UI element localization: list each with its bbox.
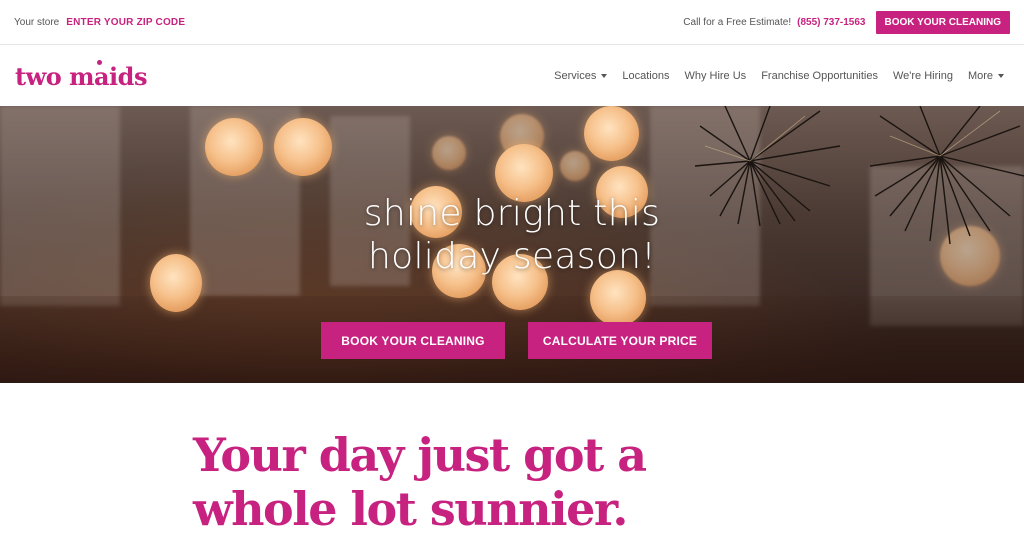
- nav-item-locations[interactable]: Locations: [622, 70, 669, 82]
- chevron-down-icon: [601, 74, 608, 78]
- nav-item-label: Services: [554, 70, 597, 82]
- headline-line: whole lot sunnier.: [193, 482, 628, 536]
- estimate-text: Call for a Free Estimate!: [683, 16, 792, 28]
- calculate-price-button[interactable]: CALCULATE YOUR PRICE: [528, 322, 712, 359]
- store-label: Your store: [14, 16, 60, 28]
- nav-item-why-hire-us[interactable]: Why Hire Us: [684, 70, 746, 82]
- main-headline: Your day just got a whole lot sunnier.: [193, 428, 647, 536]
- bokeh-light: [590, 270, 646, 326]
- top-utility-bar: Your store ENTER YOUR ZIP CODE Call for …: [0, 0, 1024, 45]
- nav-item-franchise[interactable]: Franchise Opportunities: [761, 70, 878, 82]
- nav-item-label: Why Hire Us: [684, 70, 747, 82]
- book-cleaning-top-button[interactable]: BOOK YOUR CLEANING: [875, 10, 1010, 34]
- headline-line: Your day just got a: [193, 428, 647, 482]
- hero-banner: shine bright this holiday season! BOOK Y…: [0, 106, 1024, 383]
- bokeh-light: [274, 118, 332, 176]
- two-maids-logo[interactable]: two maids: [15, 59, 147, 91]
- logo-dot-icon: [97, 59, 102, 65]
- contact-area: Call for a Free Estimate! (855) 737-1563…: [683, 10, 1010, 34]
- bokeh-light: [560, 151, 590, 181]
- main-navbar: two maids Services Locations Why Hire Us…: [0, 46, 1024, 106]
- bokeh-light: [205, 118, 263, 176]
- nav-item-label: More: [967, 70, 993, 82]
- nav-item-label: Franchise Opportunities: [761, 70, 878, 82]
- enter-zip-link[interactable]: ENTER YOUR ZIP CODE: [66, 17, 185, 28]
- bokeh-light: [584, 106, 639, 161]
- logo-text: two maids: [15, 61, 147, 91]
- nav-item-hiring[interactable]: We're Hiring: [893, 70, 953, 82]
- phone-link[interactable]: (855) 737-1563: [797, 17, 865, 28]
- hero-title: shine bright this holiday season!: [0, 192, 1024, 278]
- nav-menu: Services Locations Why Hire Us Franchise…: [554, 70, 1004, 82]
- store-selector: Your store ENTER YOUR ZIP CODE: [14, 17, 185, 28]
- nav-item-services[interactable]: Services: [554, 70, 608, 82]
- bokeh-light: [432, 136, 466, 170]
- hero-title-line: holiday season!: [368, 236, 656, 277]
- book-cleaning-hero-button[interactable]: BOOK YOUR CLEANING: [321, 322, 505, 359]
- hero-title-line: shine bright this: [363, 193, 661, 234]
- nav-item-more[interactable]: More: [968, 70, 1004, 82]
- nav-item-label: Locations: [622, 70, 670, 82]
- nav-item-label: We're Hiring: [892, 70, 953, 82]
- chevron-down-icon: [998, 74, 1004, 78]
